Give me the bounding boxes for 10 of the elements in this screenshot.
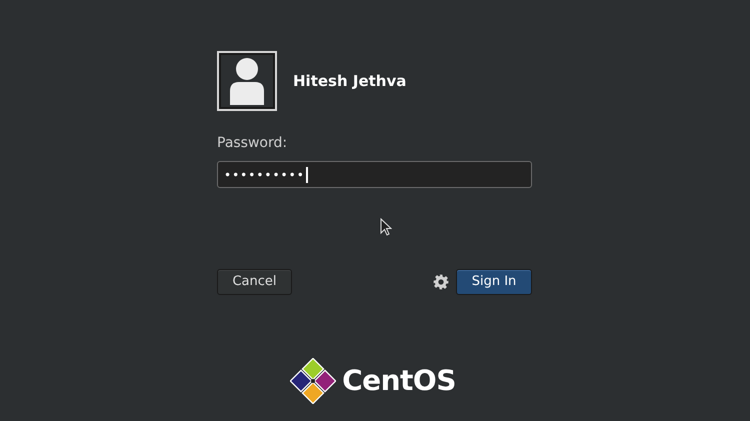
mouse-pointer-icon (380, 218, 392, 236)
sign-in-button[interactable]: Sign In (456, 269, 532, 295)
logo-text: CentOS (342, 363, 456, 399)
user-silhouette-icon (227, 57, 267, 105)
user-name: Hitesh Jethva (293, 70, 406, 92)
logo-icon (290, 358, 336, 404)
settings-icon[interactable] (433, 274, 449, 290)
password-field[interactable]: •••••••••• (217, 161, 532, 188)
cancel-button[interactable]: Cancel (217, 269, 292, 295)
password-label: Password: (217, 134, 288, 153)
